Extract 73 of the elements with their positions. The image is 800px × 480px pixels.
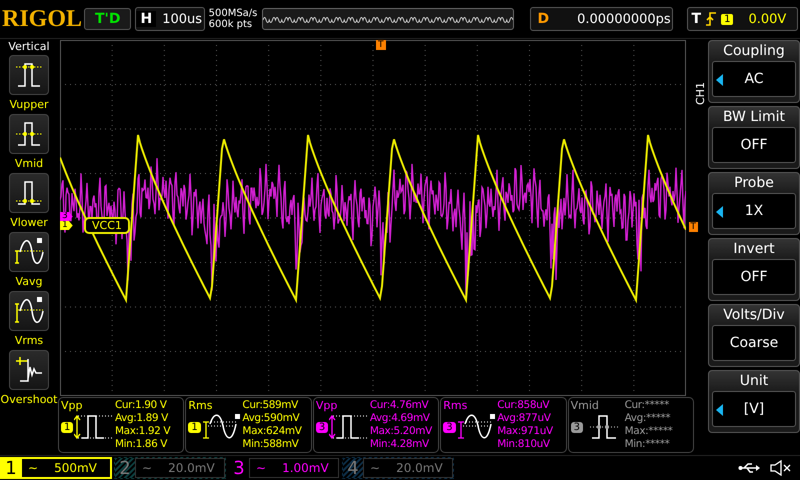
measurement-value: Min:***** <box>624 438 670 451</box>
measure-button[interactable] <box>9 114 49 154</box>
measurement-value: Avg:877uV <box>497 412 552 425</box>
measurement-value: Cur:1.90 V <box>115 399 168 412</box>
channel-title: CH1 <box>694 81 706 105</box>
measurement-value: Min:1.86 V <box>115 438 168 451</box>
menu-value-button[interactable]: 1X <box>712 193 796 229</box>
measurement-value: Max:***** <box>624 425 673 438</box>
trace-label: VCC1 <box>84 217 130 234</box>
speaker-muted-icon <box>770 460 792 476</box>
measurement-value: Cur:4.76mV <box>370 399 430 412</box>
menu-item-title: BW Limit <box>722 108 786 127</box>
menu-item-title: Unit <box>740 372 768 391</box>
measurement-name: Vpp <box>61 399 84 412</box>
measurement-value: Avg:590mV <box>242 412 300 425</box>
measurement-value: Max:5.20mV <box>370 425 432 438</box>
measurement-value: Avg:***** <box>624 412 672 425</box>
brand-logo: RIGOL <box>2 6 80 32</box>
measurement-icon <box>329 412 370 442</box>
measurement-value: Avg:1.89 V <box>115 412 169 425</box>
menu-value-button[interactable]: AC <box>712 61 796 97</box>
run-status[interactable]: T'D <box>84 8 132 30</box>
measure-button[interactable] <box>9 55 49 95</box>
channel-tab[interactable]: 1 ~ 500mV <box>0 457 112 479</box>
channel-badge: 1 <box>61 422 74 432</box>
measurement-value: Avg:4.69mV <box>370 412 431 425</box>
channel-badge: 3 <box>443 422 456 432</box>
measure-label: Vlower <box>10 216 48 229</box>
measurement-name: Rms <box>443 399 468 412</box>
menu-item-title: Coupling <box>723 42 785 61</box>
sample-rate: 500MSa/s <box>208 8 258 19</box>
memory-depth: 600k pts <box>208 19 254 30</box>
measure-button[interactable] <box>9 291 49 331</box>
measurement-name: Rms <box>188 399 214 412</box>
usb-icon <box>738 462 760 474</box>
trigger-position-marker[interactable]: T <box>376 40 386 50</box>
menu-item-title: Volts/Div <box>723 306 785 325</box>
menu-value-button[interactable]: Coarse <box>712 325 796 361</box>
trigger-display[interactable]: T 1 0.00V <box>686 7 798 31</box>
measurement-value: Min:588mV <box>242 438 300 451</box>
measurement-value: Cur:***** <box>624 399 670 412</box>
measurement-value: Max:971uV <box>497 425 553 438</box>
measurement-value: Min:4.28mV <box>370 438 430 451</box>
measure-label: Vupper <box>9 98 48 111</box>
measurement-value: Max:624mV <box>242 425 302 438</box>
measurement-value: Cur:858uV <box>497 399 550 412</box>
menu-item-title: Probe <box>734 174 774 193</box>
measure-label: Vrms <box>14 334 44 347</box>
channel-badge: 3 <box>316 422 328 432</box>
timebase-display[interactable]: H 100us <box>135 7 205 31</box>
menu-value-button[interactable]: OFF <box>712 127 796 163</box>
measure-button[interactable] <box>9 350 49 390</box>
menu-title: Vertical <box>8 40 50 53</box>
measure-button[interactable] <box>9 232 49 272</box>
measurement-value: Max:1.92 V <box>115 425 170 438</box>
channel-badge: 3 <box>570 422 583 432</box>
measurement-icon <box>74 412 114 442</box>
measurement-name: Vmid <box>570 399 600 412</box>
measure-label: Vavg <box>16 275 42 288</box>
menu-value-button[interactable]: [V] <box>712 391 796 427</box>
measure-label: Vmid <box>14 157 44 170</box>
trigger-level-marker[interactable]: T <box>688 222 698 232</box>
measurement-value: Cur:589mV <box>242 399 299 412</box>
delay-display[interactable]: D 0.00000000ps <box>530 7 673 31</box>
measurement-value: Min:810uV <box>497 438 551 451</box>
measure-label: Overshoot <box>0 393 58 406</box>
measure-button[interactable] <box>9 173 49 213</box>
measurement-name: Vpp <box>316 399 338 412</box>
menu-value-button[interactable]: OFF <box>712 259 796 295</box>
menu-item-title: Invert <box>733 240 775 259</box>
channel-tab[interactable]: 2 ~ 20.0mV <box>114 457 226 479</box>
channel-badge: 1 <box>188 422 201 432</box>
rising-edge-icon <box>706 12 716 26</box>
